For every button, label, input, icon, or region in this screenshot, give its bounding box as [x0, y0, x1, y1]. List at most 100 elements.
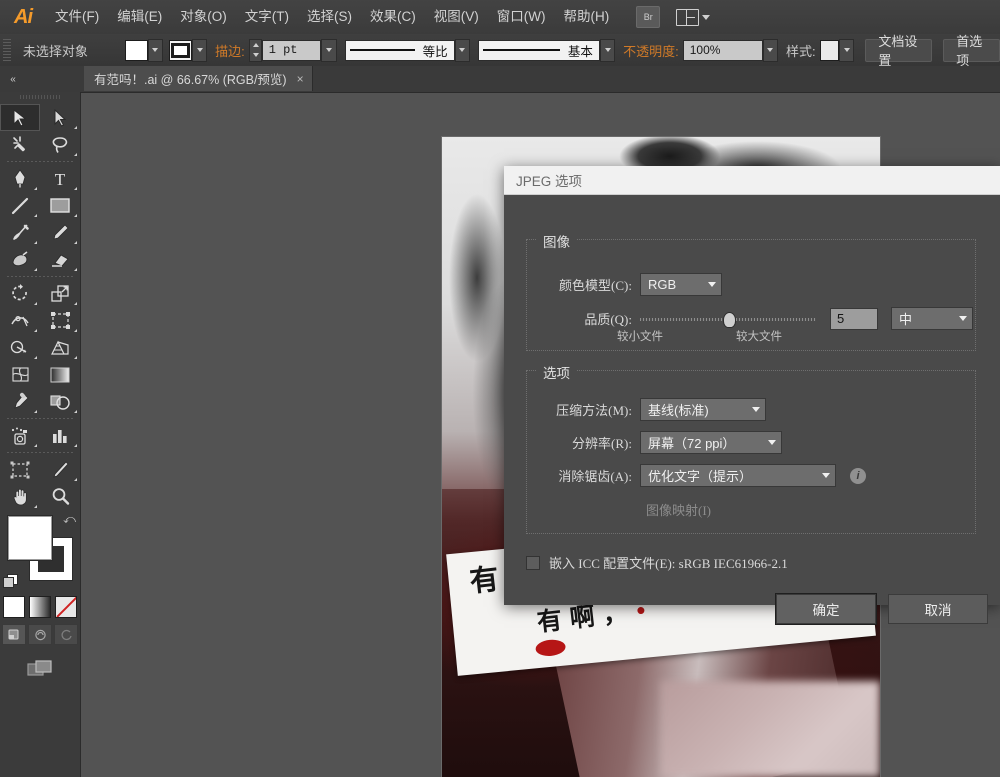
- bridge-icon[interactable]: Br: [636, 6, 661, 28]
- quality-preset-select[interactable]: 中: [891, 307, 973, 330]
- eraser-tool[interactable]: [40, 246, 80, 273]
- antialias-select[interactable]: 优化文字（提示）: [640, 464, 836, 487]
- gradient-tool[interactable]: [40, 361, 80, 388]
- collapse-panels-icon[interactable]: «: [2, 70, 24, 88]
- color-fill-mode-button[interactable]: [3, 596, 25, 618]
- opacity-input[interactable]: 100%: [682, 39, 763, 61]
- column-graph-tool[interactable]: [40, 422, 80, 449]
- tool-flyout-icon: [74, 478, 77, 481]
- dialog-title-bar[interactable]: JPEG 选项: [504, 166, 1000, 195]
- symbol-sprayer-tool[interactable]: [0, 422, 40, 449]
- artboard-tool[interactable]: [0, 456, 40, 483]
- lasso-tool[interactable]: [40, 131, 80, 158]
- document-tab[interactable]: 有范吗！.ai @ 66.67% (RGB/预览) ×: [84, 66, 313, 91]
- menu-edit[interactable]: 编辑(E): [108, 0, 171, 34]
- arrange-documents-button[interactable]: [676, 8, 711, 26]
- blob-brush-tool[interactable]: [0, 246, 40, 273]
- free-transform-tool[interactable]: [40, 307, 80, 334]
- document-tab-bar: « 有范吗！.ai @ 66.67% (RGB/预览) ×: [0, 66, 1000, 93]
- fill-color-swatch[interactable]: [125, 39, 148, 61]
- fill-mode-buttons: [0, 596, 80, 618]
- style-label: 样式:: [786, 43, 816, 59]
- line-segment-tool[interactable]: [0, 192, 40, 219]
- quality-slider[interactable]: [640, 311, 816, 328]
- none-fill-mode-button[interactable]: [55, 596, 77, 618]
- preferences-button[interactable]: 首选项: [943, 34, 1000, 68]
- brush-definition-select[interactable]: 基本: [477, 39, 600, 61]
- tool-flyout-icon: [74, 444, 77, 447]
- full-screen-mode-button[interactable]: [54, 624, 78, 645]
- image-map-label: 图像映射(I): [646, 503, 711, 518]
- stroke-weight-input[interactable]: 1 pt: [261, 39, 322, 61]
- opacity-dropdown[interactable]: [762, 38, 779, 62]
- graphic-style-swatch[interactable]: [819, 39, 839, 61]
- stroke-color-swatch[interactable]: [169, 39, 192, 61]
- magic-wand-tool[interactable]: [0, 131, 40, 158]
- zoom-tool[interactable]: [40, 483, 80, 510]
- control-bar-grip[interactable]: [3, 39, 11, 61]
- rectangle-tool[interactable]: [40, 192, 80, 219]
- menu-object[interactable]: 对象(O): [171, 0, 236, 34]
- default-fill-stroke-icon[interactable]: [3, 574, 18, 588]
- menu-window[interactable]: 窗口(W): [488, 0, 555, 34]
- tool-flyout-icon: [34, 268, 37, 271]
- fill-swatch-dropdown[interactable]: [147, 38, 164, 62]
- stroke-profile-label: 等比: [422, 44, 448, 59]
- slice-tool[interactable]: [40, 456, 80, 483]
- icc-profile-checkbox[interactable]: [526, 555, 540, 570]
- gradient-fill-mode-button[interactable]: [29, 596, 51, 618]
- fill-color-box[interactable]: [8, 516, 52, 560]
- hand-tool[interactable]: [0, 483, 40, 510]
- swap-fill-stroke-icon[interactable]: ⤺: [63, 512, 76, 527]
- full-screen-with-menu-button[interactable]: [28, 624, 52, 645]
- menu-type[interactable]: 文字(T): [236, 0, 298, 34]
- change-screen-mode-button[interactable]: [0, 659, 80, 679]
- perspective-grid-tool[interactable]: [40, 334, 80, 361]
- icc-profile-row[interactable]: 嵌入 ICC 配置文件(E): sRGB IEC61966-2.1: [526, 553, 788, 572]
- dialog-body: 图像 颜色模型(C): RGB 品质(Q): 5 中 较小文件 较大文件 选项 …: [504, 195, 1000, 624]
- stroke-swatch-dropdown[interactable]: [191, 38, 208, 62]
- tools-panel-grip[interactable]: [0, 92, 80, 102]
- cancel-button[interactable]: 取消: [888, 594, 988, 624]
- eyedropper-tool[interactable]: [0, 388, 40, 415]
- tool-divider: [7, 161, 73, 162]
- resolution-select[interactable]: 屏幕（72 ppi）: [640, 431, 782, 454]
- shape-builder-tool[interactable]: [0, 334, 40, 361]
- stroke-profile-dropdown[interactable]: [454, 38, 471, 62]
- color-model-select[interactable]: RGB: [640, 273, 722, 296]
- quality-slider-thumb[interactable]: [722, 311, 736, 328]
- scale-tool[interactable]: [40, 280, 80, 307]
- close-tab-icon[interactable]: ×: [297, 72, 304, 86]
- menu-select[interactable]: 选择(S): [298, 0, 361, 34]
- paintbrush-tool[interactable]: [0, 219, 40, 246]
- type-tool[interactable]: T: [40, 165, 80, 192]
- menu-effect[interactable]: 效果(C): [361, 0, 425, 34]
- menu-view[interactable]: 视图(V): [425, 0, 488, 34]
- info-icon[interactable]: i: [850, 467, 866, 484]
- compression-value: 基线(标准): [648, 403, 709, 418]
- width-tool[interactable]: [0, 307, 40, 334]
- arrange-layout-icon: [676, 8, 700, 26]
- graphic-style-dropdown[interactable]: [838, 38, 855, 62]
- resolution-value: 屏幕（72 ppi）: [648, 436, 736, 451]
- selection-tool[interactable]: [0, 104, 40, 131]
- document-setup-button[interactable]: 文档设置: [865, 34, 933, 68]
- menu-file[interactable]: 文件(F): [46, 0, 108, 34]
- antialias-label: 消除锯齿(A):: [558, 469, 632, 484]
- compression-select[interactable]: 基线(标准): [640, 398, 766, 421]
- ok-button[interactable]: 确定: [776, 594, 876, 624]
- stroke-weight-dropdown[interactable]: [321, 38, 337, 62]
- mesh-tool[interactable]: [0, 361, 40, 388]
- normal-screen-mode-button[interactable]: [2, 624, 26, 645]
- stroke-profile-select[interactable]: 等比: [344, 39, 455, 61]
- direct-selection-tool[interactable]: [40, 104, 80, 131]
- blend-tool[interactable]: [40, 388, 80, 415]
- stroke-weight-stepper[interactable]: [249, 38, 262, 62]
- menu-help[interactable]: 帮助(H): [554, 0, 618, 34]
- pen-tool[interactable]: [0, 165, 40, 192]
- pencil-tool[interactable]: [40, 219, 80, 246]
- quality-value-input[interactable]: 5: [830, 307, 878, 330]
- rotate-tool[interactable]: [0, 280, 40, 307]
- brush-dropdown[interactable]: [599, 38, 616, 62]
- color-model-label: 颜色模型(C):: [559, 278, 632, 293]
